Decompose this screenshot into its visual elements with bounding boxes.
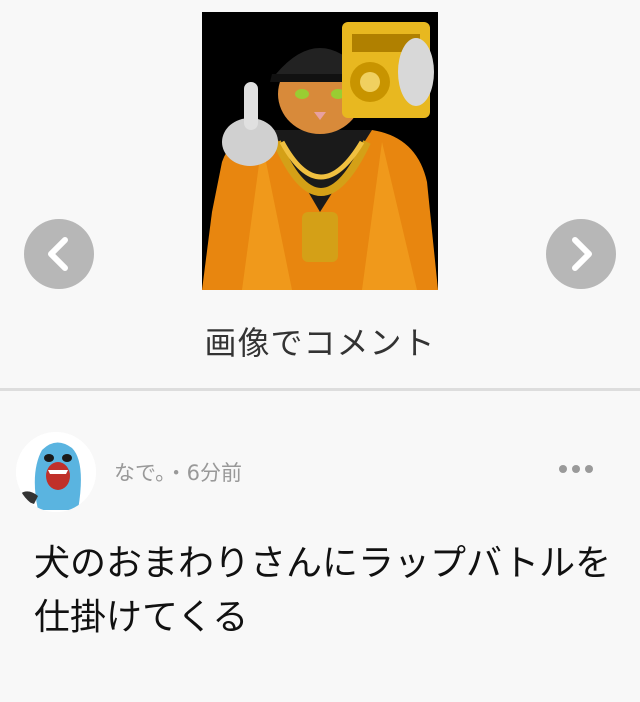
cat-rapper-image [202, 12, 438, 290]
comment-time: ・6分前 [165, 461, 243, 485]
image-carousel: 画像でコメント [0, 0, 640, 388]
comment-item: なで。・6分前 犬のおまわりさんにラップバトルを仕掛けてくる [0, 391, 640, 702]
comment-body: 犬のおまわりさんにラップバトルを仕掛けてくる [34, 543, 612, 638]
user-avatar[interactable] [16, 432, 96, 512]
image-comment-link[interactable]: 画像でコメント [0, 318, 640, 364]
chevron-right-icon [572, 237, 592, 271]
comment-meta: なで。・6分前 [114, 457, 242, 487]
chevron-left-icon [48, 237, 68, 271]
next-image-button[interactable] [546, 219, 616, 289]
more-options-button[interactable] [556, 459, 596, 479]
prev-image-button[interactable] [24, 219, 94, 289]
avatar-blue-creature-icon [16, 432, 96, 512]
more-dots-icon [559, 465, 593, 473]
carousel-image[interactable] [202, 12, 438, 290]
comment-username[interactable]: なで。 [114, 461, 166, 485]
